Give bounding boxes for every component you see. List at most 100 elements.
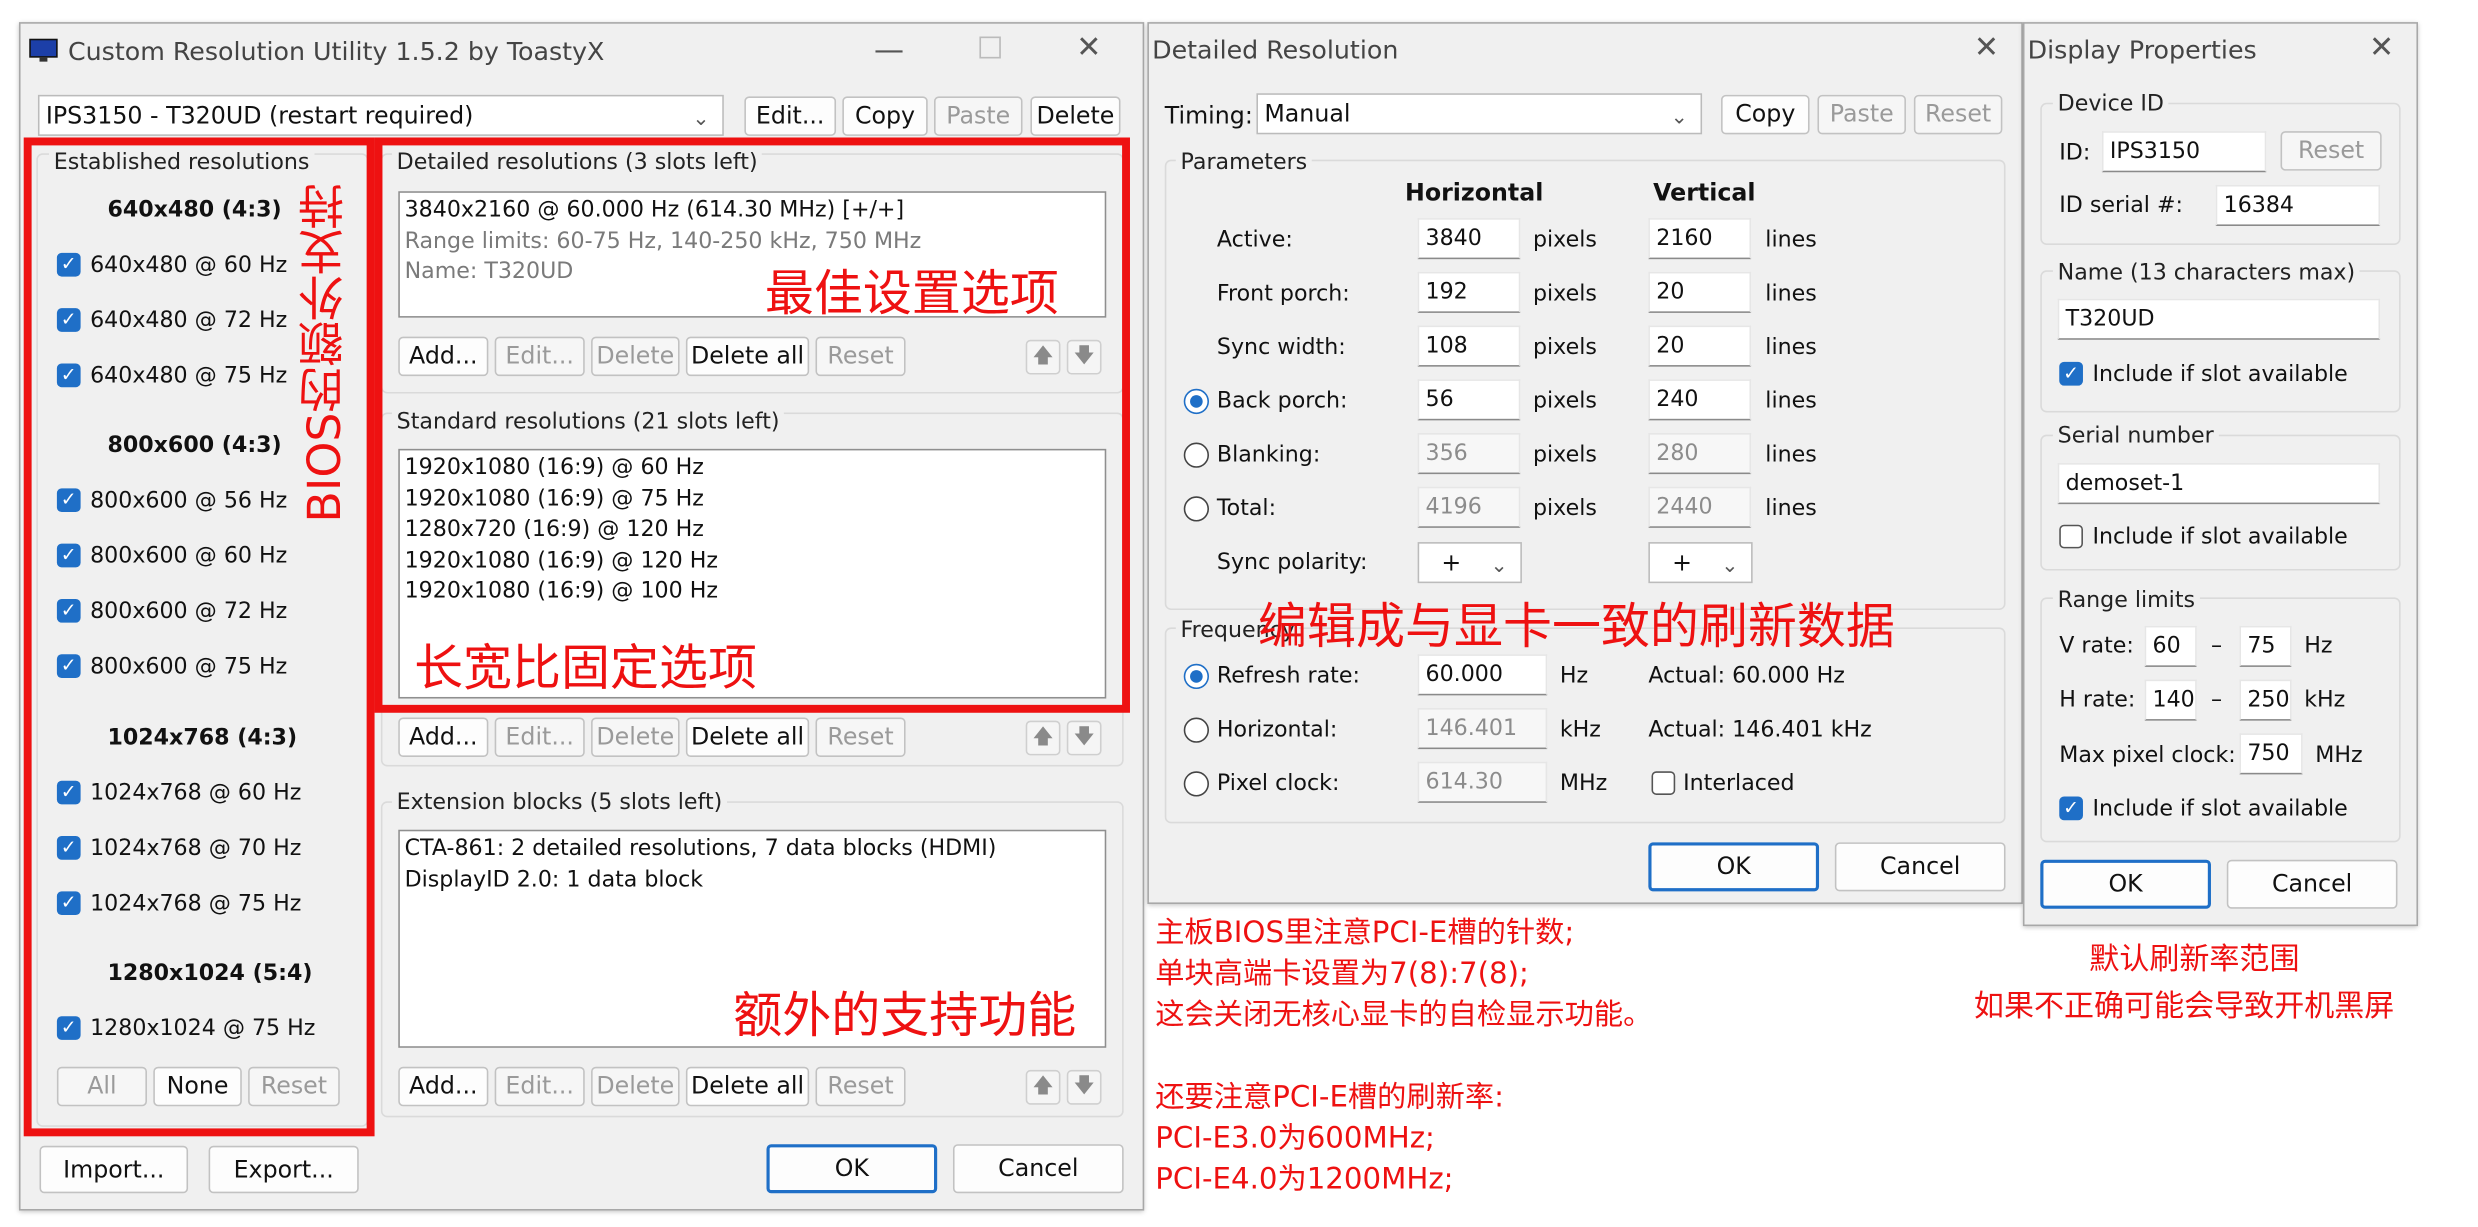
front-porch-h-input[interactable]: 192: [1417, 271, 1521, 313]
param-label: Back porch:: [1216, 388, 1348, 415]
cancel-button[interactable]: Cancel: [952, 1144, 1124, 1194]
serial-number-label: Serial number: [2052, 423, 2219, 449]
paste-button[interactable]: Paste: [1817, 94, 1906, 135]
ok-button[interactable]: OK: [766, 1144, 938, 1194]
interlaced-checkbox[interactable]: [1651, 771, 1676, 795]
copy-monitor-button[interactable]: Copy: [842, 96, 928, 136]
display-properties-window: Display Properties ✕ Device ID ID: IPS31…: [2022, 22, 2419, 927]
freq-label: Pixel clock:: [1216, 771, 1340, 797]
move-down-icon[interactable]: 🡇: [1066, 720, 1102, 756]
unit-label: kHz: [2304, 687, 2346, 713]
delete-standard-button[interactable]: Delete: [591, 717, 680, 758]
range-include-checkbox[interactable]: ✓: [2059, 796, 2083, 821]
blanking-radio[interactable]: [1183, 442, 1210, 468]
sync-v-select[interactable]: + ⌄: [1648, 542, 1753, 584]
hrate-min-input[interactable]: 140: [2144, 679, 2197, 721]
hrate-label: H rate:: [2059, 687, 2136, 713]
sync-width-v-input[interactable]: 20: [1648, 325, 1752, 367]
reset-button[interactable]: Reset: [1913, 94, 2003, 135]
vrate-max-input[interactable]: 75: [2239, 625, 2292, 667]
import-button[interactable]: Import...: [39, 1145, 189, 1194]
timing-select[interactable]: Manual ⌄: [1256, 93, 1703, 135]
export-button[interactable]: Export...: [208, 1145, 359, 1194]
pixel-clock-input[interactable]: 614.30: [1417, 761, 1548, 803]
serial-number-input[interactable]: demoset-1: [2057, 463, 2381, 505]
blanking-v-input[interactable]: 280: [1648, 433, 1752, 475]
list-item[interactable]: DisplayID 2.0: 1 data block: [405, 865, 1100, 896]
monitor-select[interactable]: IPS3150 - T320UD (restart required) ⌄: [37, 94, 724, 136]
list-item[interactable]: CTA-861: 2 detailed resolutions, 7 data …: [405, 834, 1100, 865]
sync-h-value: +: [1441, 548, 1462, 577]
paste-monitor-button[interactable]: Paste: [934, 96, 1023, 136]
back-porch-v-input[interactable]: 240: [1648, 379, 1752, 421]
maximize-icon[interactable]: ☐: [977, 32, 1004, 67]
unit-label: pixels: [1532, 227, 1597, 253]
blanking-h-input[interactable]: 356: [1417, 433, 1521, 475]
include-label: Include if slot available: [2092, 524, 2348, 550]
note-line: 还要注意PCI-E槽的刷新率:: [1155, 1080, 1504, 1115]
vrate-min-input[interactable]: 60: [2144, 625, 2197, 667]
serial-include-checkbox[interactable]: [2059, 524, 2083, 549]
name-input[interactable]: T320UD: [2057, 298, 2381, 340]
reset-extension-button[interactable]: Reset: [815, 1066, 906, 1107]
move-down-icon[interactable]: 🡇: [1066, 1069, 1102, 1105]
minimize-icon[interactable]: —: [874, 33, 904, 68]
chevron-down-icon: ⌄: [1490, 554, 1508, 579]
add-standard-button[interactable]: Add...: [398, 717, 489, 758]
vertical-header: Vertical: [1653, 178, 1756, 208]
horizontal-radio[interactable]: [1183, 717, 1210, 743]
total-radio[interactable]: [1183, 496, 1210, 522]
move-up-icon[interactable]: 🡅: [1025, 720, 1061, 756]
chevron-down-icon: ⌄: [1721, 554, 1739, 579]
active-v-input[interactable]: 2160: [1648, 218, 1752, 260]
id-input[interactable]: IPS3150: [2101, 131, 2267, 173]
total-h-input[interactable]: 4196: [1417, 486, 1521, 528]
close-icon[interactable]: ✕: [1974, 30, 1999, 65]
total-v-input[interactable]: 2440: [1648, 486, 1752, 528]
reset-id-button[interactable]: Reset: [2280, 131, 2382, 171]
interlaced-label: Interlaced: [1683, 771, 1795, 797]
delete-all-extension-button[interactable]: Delete all: [685, 1066, 810, 1107]
range-note-1: 默认刷新率范围: [2089, 941, 2300, 977]
delete-all-standard-button[interactable]: Delete all: [685, 717, 810, 758]
reset-standard-button[interactable]: Reset: [815, 717, 906, 758]
cancel-button[interactable]: Cancel: [2226, 859, 2398, 909]
vrate-label: V rate:: [2059, 633, 2134, 660]
edit-monitor-button[interactable]: Edit...: [744, 96, 837, 136]
sync-width-h-input[interactable]: 108: [1417, 325, 1521, 367]
edit-extension-button[interactable]: Edit...: [494, 1066, 585, 1107]
max-pixel-clock-input[interactable]: 750: [2239, 733, 2303, 775]
close-icon[interactable]: ✕: [2369, 30, 2394, 65]
move-up-icon[interactable]: 🡅: [1025, 1069, 1061, 1105]
delete-extension-button[interactable]: Delete: [591, 1066, 680, 1107]
add-extension-button[interactable]: Add...: [398, 1066, 489, 1107]
front-porch-v-input[interactable]: 20: [1648, 271, 1752, 313]
unit-label: Hz: [1559, 663, 1589, 690]
copy-button[interactable]: Copy: [1721, 94, 1810, 135]
screenshot: Custom Resolution Utility 1.5.2 by Toast…: [0, 0, 2478, 1226]
name-include-checkbox[interactable]: ✓: [2059, 361, 2083, 386]
unit-label: MHz: [1559, 771, 1608, 797]
edit-standard-button[interactable]: Edit...: [494, 717, 585, 758]
back-porch-radio[interactable]: [1183, 388, 1210, 415]
ok-button[interactable]: OK: [1648, 842, 1820, 892]
range-note-2: 如果不正确可能会导致开机黑屏: [1973, 989, 2395, 1025]
unit-label: pixels: [1532, 496, 1597, 522]
active-h-input[interactable]: 3840: [1417, 218, 1521, 260]
refresh-rate-input[interactable]: 60.000: [1417, 654, 1548, 696]
back-porch-h-input[interactable]: 56: [1417, 379, 1521, 421]
hrate-max-input[interactable]: 250: [2239, 679, 2292, 721]
actual-label: Actual: 60.000 Hz: [1648, 663, 1845, 690]
include-label: Include if slot available: [2092, 361, 2348, 388]
close-icon[interactable]: ✕: [1076, 30, 1101, 65]
id-serial-input[interactable]: 16384: [2215, 184, 2381, 226]
cancel-button[interactable]: Cancel: [1834, 842, 2006, 892]
delete-monitor-button[interactable]: Delete: [1030, 96, 1121, 136]
ok-button[interactable]: OK: [2040, 859, 2211, 909]
pixel-clock-radio[interactable]: [1183, 771, 1210, 797]
max-pixel-clock-label: Max pixel clock:: [2059, 742, 2236, 769]
sync-h-select[interactable]: + ⌄: [1417, 542, 1522, 584]
refresh-rate-radio[interactable]: [1183, 663, 1210, 690]
horizontal-freq-input[interactable]: 146.401: [1417, 708, 1548, 750]
param-label: Total:: [1216, 496, 1277, 522]
